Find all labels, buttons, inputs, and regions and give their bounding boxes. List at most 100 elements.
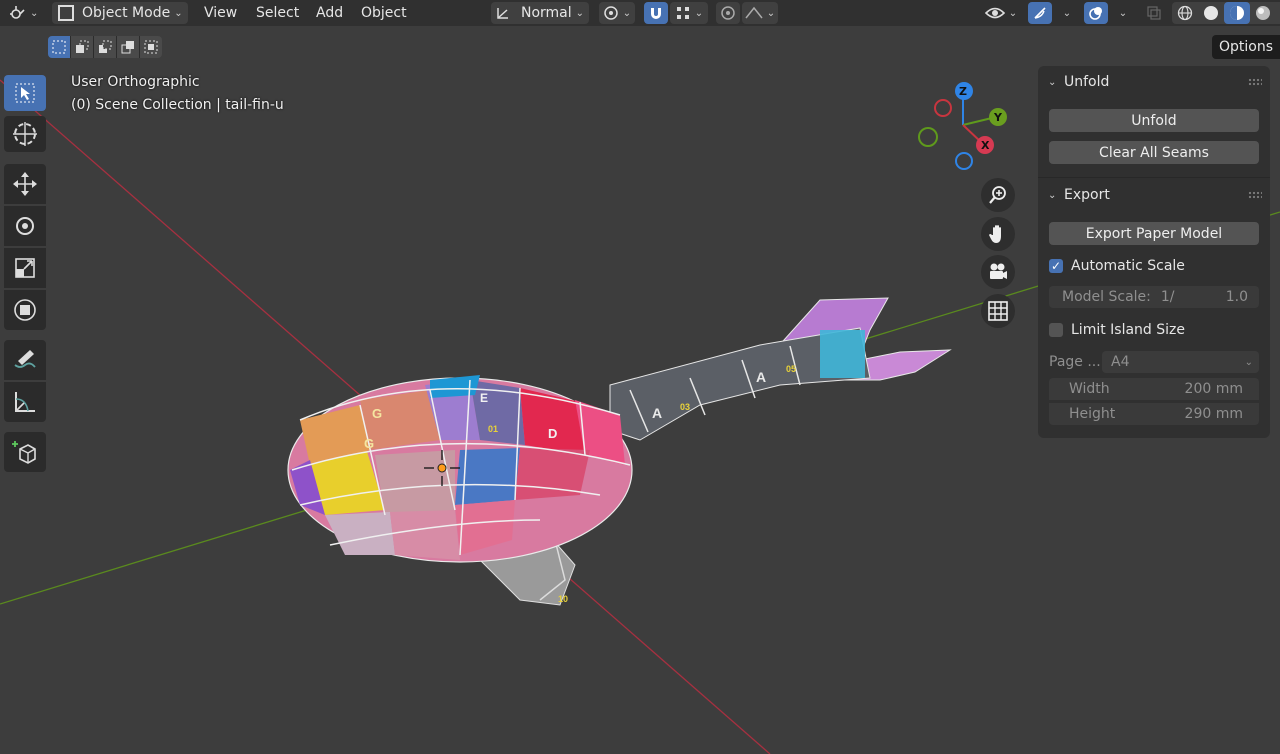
- tool-cursor[interactable]: [4, 116, 46, 152]
- unfold-panel-header[interactable]: ⌄ Unfold: [1038, 67, 1270, 97]
- width-field[interactable]: Width 200 mm: [1049, 378, 1259, 400]
- pivot-icon: [604, 6, 618, 20]
- chevron-down-icon: ⌄: [174, 7, 183, 19]
- uv-label: D: [548, 426, 557, 441]
- height-label: Height: [1069, 406, 1116, 422]
- zoom-button[interactable]: [981, 178, 1015, 212]
- falloff-curve-icon: [745, 6, 763, 19]
- wireframe-shading-button[interactable]: [1172, 2, 1198, 24]
- chevron-down-icon: ⌄: [30, 7, 39, 19]
- clear-all-seams-button[interactable]: Clear All Seams: [1049, 141, 1259, 164]
- tool-rotate[interactable]: [4, 206, 46, 246]
- page-size-value: A4: [1111, 354, 1130, 370]
- select-new-button[interactable]: [48, 36, 71, 58]
- orientation-label: Normal: [521, 5, 572, 21]
- magnet-icon: [651, 8, 661, 19]
- export-panel-title: Export: [1064, 187, 1110, 203]
- unfold-button[interactable]: Unfold: [1049, 109, 1259, 132]
- sidebar-panel: ⌄ Unfold Unfold Clear All Seams ⌄ Export…: [1038, 66, 1270, 438]
- visibility-dropdown[interactable]: ⌄: [982, 2, 1020, 24]
- export-paper-model-button[interactable]: Export Paper Model: [1049, 222, 1259, 245]
- uv-label: G: [372, 406, 382, 421]
- chevron-down-icon: ⌄: [575, 7, 585, 19]
- snap-toggle[interactable]: [644, 2, 668, 24]
- solid-shading-button[interactable]: [1198, 2, 1224, 24]
- options-button[interactable]: Options: [1212, 35, 1280, 59]
- page-size-dropdown[interactable]: A4 ⌄: [1102, 351, 1259, 373]
- tool-measure[interactable]: [4, 382, 46, 422]
- width-label: Width: [1069, 381, 1110, 397]
- drag-handle-icon[interactable]: [1248, 78, 1262, 86]
- select-invert-button[interactable]: [117, 36, 140, 58]
- overlays-dropdown[interactable]: ⌄: [1110, 2, 1132, 24]
- select-new-icon: [52, 40, 66, 54]
- height-field[interactable]: Height 290 mm: [1049, 403, 1259, 425]
- page-size-label: Page ...: [1049, 354, 1101, 370]
- chevron-down-icon: ⌄: [1048, 76, 1057, 88]
- add-cube-icon: [12, 441, 36, 464]
- wireframe-sphere-icon: [1177, 5, 1193, 21]
- material-shading-button[interactable]: [1224, 2, 1250, 24]
- export-panel-header[interactable]: ⌄ Export: [1038, 180, 1270, 210]
- select-intersect-button[interactable]: [140, 36, 162, 58]
- overlays-toggle[interactable]: [1084, 2, 1108, 24]
- menu-select[interactable]: Select: [256, 2, 299, 24]
- transform-orientation-dropdown[interactable]: Normal ⌄: [491, 2, 589, 24]
- hand-icon: [989, 225, 1001, 243]
- menu-view[interactable]: View: [204, 2, 237, 24]
- grid-snap-icon: [676, 7, 689, 19]
- model-scale-prefix: 1/: [1160, 289, 1175, 305]
- ortho-toggle-button[interactable]: [981, 294, 1015, 328]
- mode-dropdown[interactable]: Object Mode ⌄: [52, 2, 188, 24]
- tool-scale[interactable]: [4, 248, 46, 288]
- unfold-panel-title: Unfold: [1064, 74, 1110, 90]
- transform-icon: [14, 299, 36, 321]
- editor-type-icon: [10, 6, 25, 19]
- select-extend-button[interactable]: [71, 36, 94, 58]
- xray-toggle[interactable]: [1142, 2, 1166, 24]
- view-name: User Orthographic: [71, 74, 200, 90]
- gizmo-toggle[interactable]: [1028, 2, 1052, 24]
- pivot-point-dropdown[interactable]: ⌄: [599, 2, 635, 24]
- falloff-dropdown[interactable]: ⌄: [742, 2, 778, 24]
- snap-target-dropdown[interactable]: ⌄: [670, 2, 708, 24]
- camera-view-button[interactable]: [981, 255, 1015, 289]
- chevron-down-icon: ⌄: [622, 7, 632, 19]
- automatic-scale-checkbox[interactable]: ✓ Automatic Scale: [1049, 255, 1185, 277]
- orientation-icon: [497, 8, 508, 19]
- tool-move[interactable]: [4, 164, 46, 204]
- scale-icon: [15, 258, 35, 278]
- gizmo-x-label: X: [981, 139, 990, 152]
- select-subtract-button[interactable]: [94, 36, 117, 58]
- height-value: 290 mm: [1184, 406, 1243, 422]
- limit-island-size-checkbox[interactable]: Limit Island Size: [1049, 319, 1185, 341]
- menu-object[interactable]: Object: [361, 2, 407, 24]
- pan-button[interactable]: [981, 217, 1015, 251]
- ruler-icon: [15, 392, 35, 412]
- tool-select-box[interactable]: [4, 75, 46, 111]
- menu-add[interactable]: Add: [316, 2, 343, 24]
- select-extend-icon: [76, 40, 89, 53]
- pencil-icon: [14, 350, 36, 368]
- uv-label: E: [480, 391, 488, 405]
- drag-handle-icon[interactable]: [1248, 191, 1262, 199]
- rendered-shading-button[interactable]: [1250, 2, 1276, 24]
- checkmark-icon: ✓: [1049, 259, 1063, 273]
- cursor-arrow-icon: [15, 83, 35, 103]
- gizmo-dropdown[interactable]: ⌄: [1054, 2, 1076, 24]
- tool-transform[interactable]: [4, 290, 46, 330]
- tool-annotate[interactable]: [4, 340, 46, 380]
- uv-label: G: [364, 436, 374, 451]
- tool-add-cube[interactable]: [4, 432, 46, 472]
- panel-divider: [1038, 177, 1270, 178]
- overlays-icon: [1089, 7, 1102, 20]
- object-mode-icon: [58, 5, 74, 21]
- editor-type-button[interactable]: ⌄: [8, 2, 38, 24]
- proportional-edit-toggle[interactable]: [716, 2, 740, 24]
- model-scale-field[interactable]: Model Scale: 1/ 1.0: [1049, 286, 1259, 308]
- mode-label: Object Mode: [82, 5, 171, 21]
- rendered-sphere-icon: [1256, 6, 1270, 20]
- chevron-down-icon: ⌄: [1062, 7, 1072, 19]
- 3d-cursor-icon: [13, 122, 37, 146]
- select-subtract-icon: [99, 40, 112, 53]
